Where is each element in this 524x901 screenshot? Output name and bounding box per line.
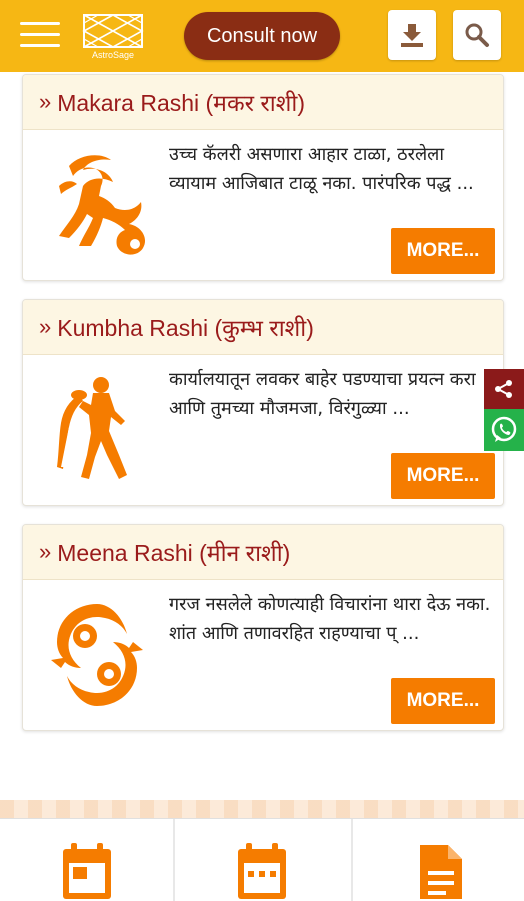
search-button[interactable] [453,10,501,60]
download-button[interactable] [388,10,436,60]
card-prediction-text: गरज नसलेले कोणत्याही विचारांना थारा देऊ … [169,594,491,644]
card-title: Kumbha Rashi (कुम्भ राशी) [57,315,314,341]
card-header[interactable]: » Kumbha Rashi (कुम्भ राशी) [23,300,503,355]
capricorn-sign-icon [59,155,146,255]
rashi-card-kumbha: » Kumbha Rashi (कुम्भ राशी) कार्यालयातून… [22,299,504,506]
calendar-day-icon [63,843,111,899]
whatsapp-icon [491,416,517,442]
whatsapp-button[interactable] [484,409,524,451]
decorative-banner [0,800,524,818]
top-app-bar: AstroSage Consult now [0,0,524,72]
astrosage-logo[interactable]: AstroSage [80,13,146,63]
rashi-card-meena: » Meena Rashi (मीन राशी) गरज नसलेले कोणत… [22,524,504,731]
card-title: Makara Rashi (मकर राशी) [57,90,306,116]
logo-text: AstroSage [91,50,135,60]
card-header[interactable]: » Meena Rashi (मीन राशी) [23,525,503,580]
card-prediction-text: कार्यालयातून लवकर बाहेर पडण्याचा प्रयत्न… [169,369,476,419]
bottom-navigation [0,818,524,901]
card-prediction-text: उच्च कॅलरी असणारा आहार टाळा, ठरलेला व्या… [169,144,474,194]
document-icon [420,845,462,899]
nav-item-calendar-day[interactable] [0,819,174,901]
consult-now-button[interactable]: Consult now [184,12,340,60]
nav-item-calendar-grid[interactable] [175,819,349,901]
aquarius-sign-icon [57,377,127,479]
nav-item-document[interactable] [353,819,524,901]
card-title: Meena Rashi (मीन राशी) [57,540,291,566]
rashi-card-makara: » Makara Rashi (मकर राशी) उच्च कॅलरी असण… [22,74,504,281]
pisces-sign-icon [51,604,143,706]
share-button[interactable] [484,369,524,409]
search-icon [465,23,489,47]
logo-mark-icon [82,14,144,48]
menu-icon[interactable] [20,22,60,50]
more-button[interactable]: MORE... [391,678,495,724]
more-button[interactable]: MORE... [391,228,495,274]
share-icon [495,380,512,398]
download-icon [401,24,423,47]
card-header[interactable]: » Makara Rashi (मकर राशी) [23,75,503,130]
more-button[interactable]: MORE... [391,453,495,499]
calendar-grid-icon [238,843,286,899]
